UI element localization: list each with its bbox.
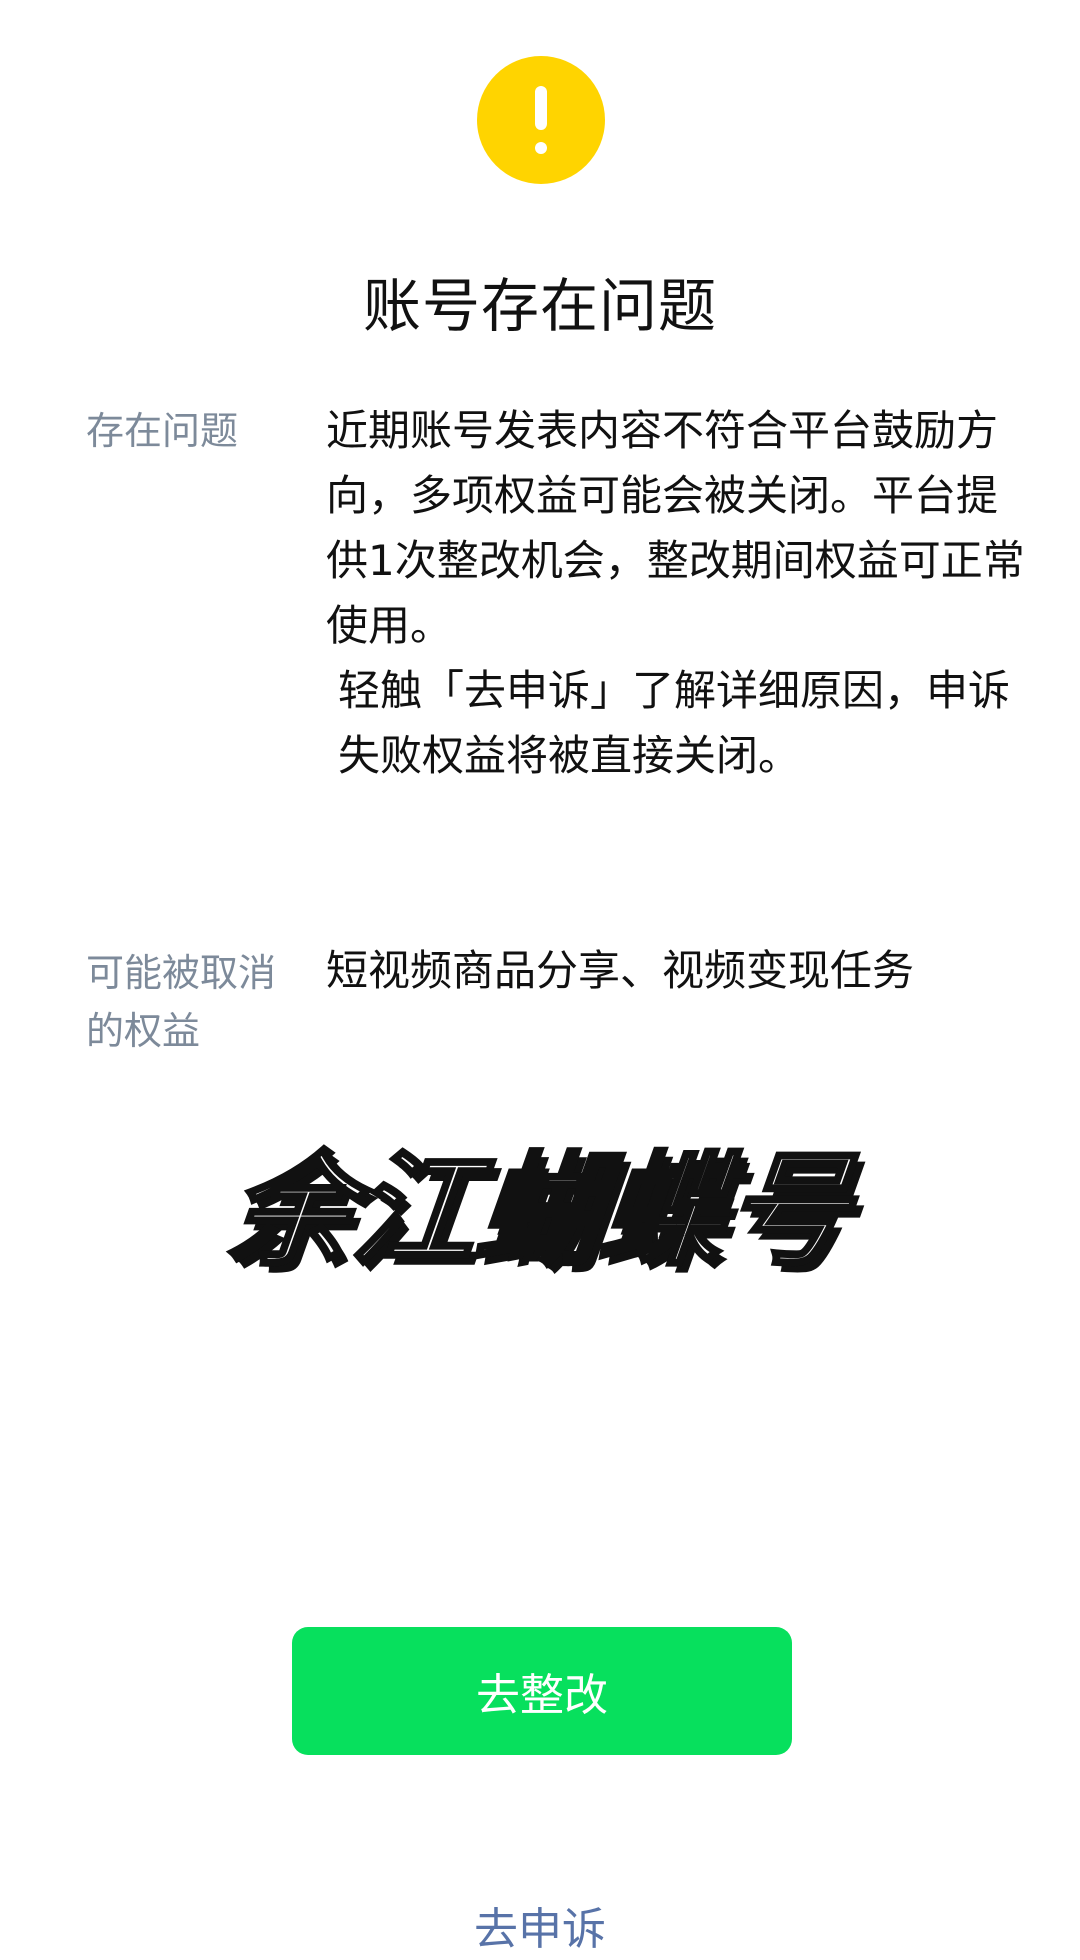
page-title: 账号存在问题 <box>362 272 717 340</box>
issue-description: 近期账号发表内容不符合平台鼓励方向，多项权益可能会被关闭。平台提供1次整改机会，… <box>326 398 1032 788</box>
issue-label: 存在问题 <box>86 409 239 453</box>
appeal-link[interactable]: 去申诉 <box>0 1900 1080 1960</box>
issue-paragraph: 近期账号发表内容不符合平台鼓励方向，多项权益可能会被关闭。平台提供1次整改机会，… <box>326 406 1025 650</box>
exclamation-dot <box>535 142 547 154</box>
appeal-hint-paragraph: 轻触「去申诉」了解详细原因，申诉失败权益将被直接关闭。 <box>338 666 1011 780</box>
rectify-button[interactable]: 去整改 <box>292 1627 792 1755</box>
exclamation-bar <box>535 86 547 130</box>
rights-label: 可能被取消的权益 <box>86 951 277 1053</box>
exclamation-warning-icon <box>477 56 605 184</box>
rights-value: 短视频商品分享、视频变现任务 <box>326 946 915 995</box>
watermark-text: 余江蝴蝶号 <box>221 1138 860 1284</box>
